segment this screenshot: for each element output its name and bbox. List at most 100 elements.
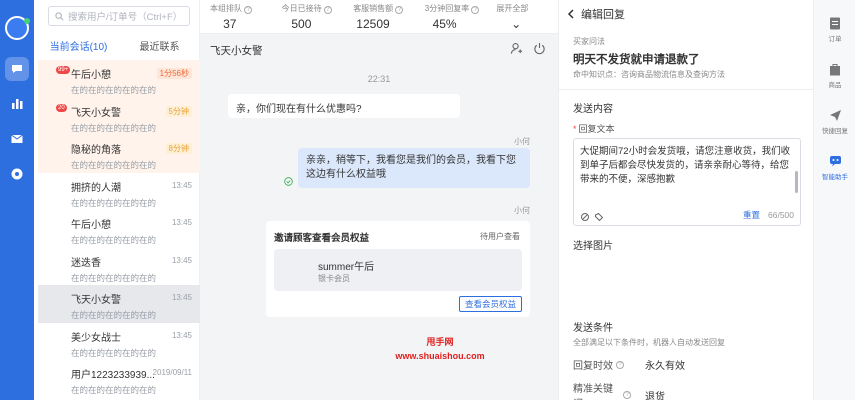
tool-quick-reply[interactable]: 快捷回复 — [814, 108, 855, 135]
tool-goods[interactable]: 商品 — [814, 62, 855, 89]
tool-order-label: 订单 — [828, 36, 842, 43]
session-last-message: 在的在的在的在的在的 — [71, 235, 157, 245]
expand-chevron-icon[interactable]: ⌄ — [496, 17, 558, 31]
incoming-message: 亲，你们现在有什么优惠吗? — [228, 94, 460, 118]
session-item[interactable]: 迷迭香 在的在的在的在的在的 13:45 — [38, 248, 200, 286]
stat-value: 12509 — [356, 17, 390, 31]
session-time: 13:45 — [171, 180, 192, 190]
view-benefits-button[interactable]: 查看会员权益 — [458, 296, 522, 312]
session-last-message: 在的在的在的在的在的 — [71, 347, 157, 358]
power-icon[interactable] — [533, 42, 546, 55]
mail-icon — [11, 134, 23, 143]
session-last-message: 在的在的在的在的在的 — [71, 85, 157, 95]
stat-label: 3分钟回复率 — [424, 4, 470, 13]
session-item[interactable]: 午后小憩 在的在的在的在的在的 13:45 — [38, 210, 200, 248]
session-item[interactable]: 用户1223233939... 在的在的在的在的在的 2019/09/11 — [38, 360, 200, 398]
search-icon — [55, 11, 64, 20]
keyword-value[interactable]: 退货 — [645, 388, 665, 400]
settings-nav-button[interactable] — [5, 162, 29, 186]
session-last-message: 在的在的在的在的在的 — [71, 197, 157, 208]
condition-description: 全部满足以下条件时，机器人自动发送回复 — [573, 338, 725, 347]
reply-textarea[interactable]: 大促期间72小时会发货哦，请您注意收货，我们收到单子后都会尽快发货的，请亲亲耐心… — [573, 138, 801, 226]
session-item[interactable]: 拥挤的人潮 在的在的在的在的在的 13:45 — [38, 173, 200, 211]
gear-icon — [11, 168, 23, 180]
variable-icon[interactable] — [580, 212, 590, 222]
session-item[interactable]: 飞天小女警 在的在的在的在的在的 13:45 — [38, 285, 200, 323]
unread-badge: 20 — [56, 103, 67, 112]
knowledge-point: 命中知识点：咨询商品物流信息及查询方法 — [573, 70, 725, 79]
stat-block: 客服销售额 ? 12509 — [343, 0, 415, 33]
info-icon: ? — [395, 6, 404, 14]
edit-reply-panel: 编辑回复 买家问法 明天不发货就申请退款了 命中知识点：咨询商品物流信息及查询方… — [558, 0, 814, 400]
card-title: 邀请顾客查看会员权益 — [274, 233, 370, 244]
reset-button[interactable]: 重置 — [743, 208, 760, 222]
reply-text-label: * 回复文本 — [573, 124, 615, 134]
member-name: summer午后 — [318, 262, 375, 273]
member-benefit-card: 邀请顾客查看会员权益 待用户查看 summer午后 银卡会员 查看会员权益 — [266, 221, 530, 317]
choose-image-button[interactable]: 选择图片 — [573, 237, 613, 252]
back-arrow-icon[interactable] — [567, 9, 575, 19]
tag-icon[interactable] — [594, 212, 604, 222]
info-icon: ? — [623, 391, 631, 399]
user-profile-icon[interactable] — [510, 42, 523, 55]
sender-name: 小何 — [514, 206, 530, 215]
stat-label: 客服销售额 — [353, 4, 394, 13]
session-item[interactable]: 美少女战士 在的在的在的在的在的 13:45 — [38, 323, 200, 361]
reply-text: 大促期间72小时会发货哦，请您注意收货，我们收到单子后都会尽快发货的，请亲亲耐心… — [580, 146, 791, 185]
tool-goods-label: 商品 — [828, 82, 842, 89]
session-list: 99+ 午后小憩 在的在的在的在的在的 1分56秒 20 飞天小女警 在的在的在的在的在的 5… — [38, 60, 200, 398]
tool-order[interactable]: 订单 — [814, 16, 855, 43]
textarea-scrollbar[interactable] — [795, 171, 798, 193]
tool-smart-assistant-label: 智能助手 — [822, 174, 848, 181]
session-item[interactable]: 99+ 午后小憩 在的在的在的在的在的 1分56秒 — [38, 60, 200, 98]
unread-badge: 99+ — [56, 66, 71, 74]
stat-value: 500 — [291, 17, 312, 31]
session-item[interactable]: 20 飞天小女警 在的在的在的在的在的 5分钟 — [38, 97, 200, 135]
member-level: 银卡会员 — [318, 274, 350, 283]
stat-value: 45% — [432, 17, 457, 31]
mail-nav-button[interactable] — [5, 127, 29, 151]
stat-value: 37 — [223, 17, 237, 31]
chat-header: 飞天小女警 — [200, 34, 558, 64]
search-input[interactable]: 搜索用户/订单号（Ctrl+F） — [48, 6, 190, 26]
session-item[interactable]: 隐秘的角落 在的在的在的在的在的 8分钟 — [38, 135, 200, 173]
stats-nav-button[interactable] — [5, 92, 29, 116]
editor-title: 编辑回复 — [581, 9, 625, 21]
message-timestamp: 22:31 — [367, 74, 391, 84]
stat-block: 今日已接待 ? 500 — [272, 0, 344, 33]
session-last-message: 在的在的在的在的在的 — [71, 122, 157, 133]
tool-smart-assistant[interactable]: 智能助手 — [814, 154, 855, 181]
validity-row: 回复时效? 永久有效 — [573, 357, 685, 372]
stat-label: 今日已接待 — [281, 4, 322, 13]
stat-block: 本组排队 ? 37 — [200, 0, 272, 33]
validity-label: 回复时效 — [573, 361, 613, 372]
bar-chart-icon — [12, 99, 23, 109]
order-icon — [830, 17, 840, 29]
keyword-label: 精准关键词 — [573, 384, 613, 400]
validity-value[interactable]: 永久有效 — [645, 357, 685, 372]
stat-block: 3分钟回复率 ? 45% — [415, 0, 487, 33]
keyword-row: 精准关键词? 退货 — [573, 380, 665, 400]
session-time: 13:45 — [171, 293, 192, 302]
outgoing-message: 亲亲，稍等下，我看您是我们的会员，我看下您这边有什么权益哦 — [298, 148, 530, 188]
tool-quick-reply-label: 快捷回复 — [822, 128, 848, 135]
info-icon: ? — [244, 6, 253, 14]
session-time: 13:45 — [171, 218, 192, 227]
info-icon: ? — [471, 6, 480, 14]
stat-label: 展开全部 — [496, 4, 529, 13]
session-panel: 搜索用户/订单号（Ctrl+F） 当前会话(10) 最近联系 99+ 午后小憩 在的… — [38, 0, 200, 400]
send-content-heading: 发送内容 — [573, 104, 613, 115]
chat-icon — [12, 65, 22, 73]
chat-area: 本组排队 ? 37 今日已接待 ? 500 客服销售额 ? 12509 3分钟回复率 ? 45… — [200, 0, 558, 400]
editor-toolbar — [580, 212, 604, 222]
stat-block[interactable]: 展开全部 ⌄ — [486, 0, 558, 33]
session-last-message: 在的在的在的在的在的 — [71, 385, 157, 395]
editor-header: 编辑回复 — [567, 6, 625, 22]
session-time: 13:45 — [171, 330, 192, 340]
sender-name: 小何 — [514, 137, 530, 146]
member-info: summer午后 银卡会员 — [274, 249, 522, 291]
send-condition-heading: 发送条件 — [573, 323, 613, 334]
search-placeholder: 搜索用户/订单号（Ctrl+F） — [68, 12, 183, 23]
chat-nav-button[interactable] — [5, 57, 29, 81]
session-last-message: 在的在的在的在的在的 — [71, 272, 157, 283]
